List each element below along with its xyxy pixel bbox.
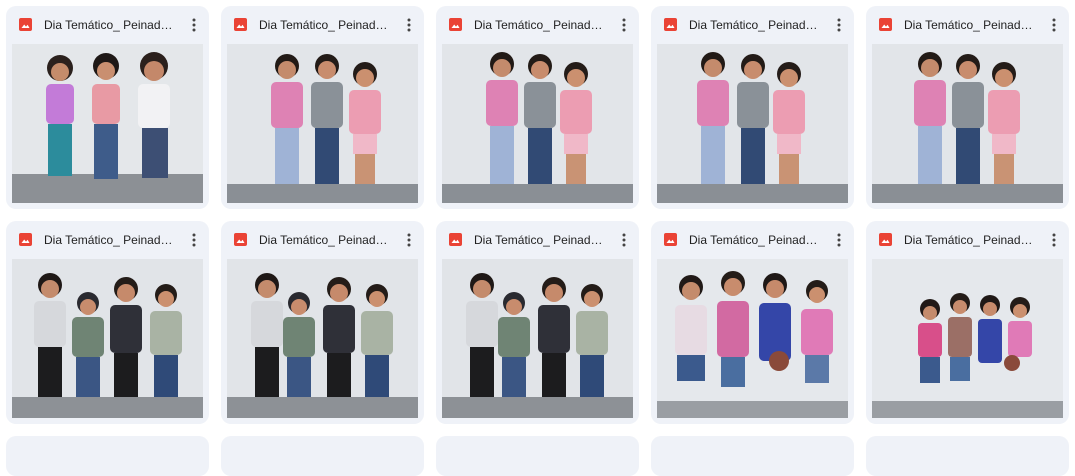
file-card[interactable] xyxy=(651,436,854,476)
more-actions-button[interactable] xyxy=(828,14,850,36)
more-actions-button[interactable] xyxy=(398,229,420,251)
child-figure xyxy=(759,273,791,371)
child-figure xyxy=(978,295,1002,363)
file-card[interactable]: Dia Temático_ Peinados... xyxy=(651,6,854,209)
image-file-icon xyxy=(879,18,892,31)
file-card[interactable]: Dia Temático_ Peinados... xyxy=(221,221,424,424)
file-name: Dia Temático_ Peinados... xyxy=(904,18,1039,32)
image-thumbnail[interactable] xyxy=(12,259,203,418)
image-file-icon xyxy=(879,233,892,246)
more-vert-icon xyxy=(192,233,196,247)
image-thumbnail[interactable] xyxy=(227,259,418,418)
file-card-header: Dia Temático_ Peinados... xyxy=(221,6,424,44)
image-thumbnail[interactable] xyxy=(872,44,1063,203)
file-card-header: Dia Temático_ Peinados... xyxy=(6,221,209,259)
image-thumbnail[interactable] xyxy=(227,44,418,203)
more-vert-icon xyxy=(837,233,841,247)
file-card[interactable] xyxy=(221,436,424,476)
file-card[interactable]: Dia Temático_ Peinados... xyxy=(436,221,639,424)
file-card[interactable] xyxy=(866,436,1069,476)
more-vert-icon xyxy=(622,18,626,32)
more-actions-button[interactable] xyxy=(398,14,420,36)
file-card-header: Dia Temático_ Peinados... xyxy=(866,221,1069,259)
file-name: Dia Temático_ Peinados... xyxy=(904,233,1039,247)
file-name: Dia Temático_ Peinados... xyxy=(44,233,179,247)
more-actions-button[interactable] xyxy=(1043,229,1065,251)
more-actions-button[interactable] xyxy=(613,229,635,251)
file-card[interactable]: Dia Temático_ Peinados... xyxy=(6,221,209,424)
file-card-header: Dia Temático_ Peinados... xyxy=(436,6,639,44)
file-card[interactable]: Dia Temático_ Peinados... xyxy=(866,6,1069,209)
image-file-icon xyxy=(664,233,677,246)
file-card-header: Dia Temático_ Peinados... xyxy=(651,6,854,44)
file-card-header: Dia Temático_ Peinados... xyxy=(6,6,209,44)
file-card[interactable]: Dia Temático_ Peinados... xyxy=(6,6,209,209)
child-figure xyxy=(675,275,707,381)
file-card[interactable] xyxy=(6,436,209,476)
more-actions-button[interactable] xyxy=(613,14,635,36)
child-figure xyxy=(138,52,170,178)
image-thumbnail[interactable] xyxy=(12,44,203,203)
more-vert-icon xyxy=(622,233,626,247)
child-figure xyxy=(918,299,942,383)
file-name: Dia Temático_ Peinados... xyxy=(689,233,824,247)
file-name: Dia Temático_ Peinados... xyxy=(474,233,609,247)
more-vert-icon xyxy=(192,18,196,32)
image-thumbnail[interactable] xyxy=(442,44,633,203)
more-vert-icon xyxy=(407,233,411,247)
image-thumbnail[interactable] xyxy=(442,259,633,418)
image-file-icon xyxy=(234,233,247,246)
image-file-icon xyxy=(19,18,32,31)
child-figure xyxy=(92,53,120,179)
more-vert-icon xyxy=(1052,18,1056,32)
file-card-header: Dia Temático_ Peinados... xyxy=(221,221,424,259)
file-name: Dia Temático_ Peinados... xyxy=(259,18,394,32)
file-grid: Dia Temático_ Peinados... Dia Temático_ … xyxy=(6,6,1069,424)
image-file-icon xyxy=(449,18,462,31)
file-card[interactable]: Dia Temático_ Peinados... xyxy=(436,6,639,209)
child-figure xyxy=(948,293,972,381)
image-file-icon xyxy=(664,18,677,31)
file-card[interactable]: Dia Temático_ Peinados... xyxy=(866,221,1069,424)
file-name: Dia Temático_ Peinados... xyxy=(44,18,179,32)
more-actions-button[interactable] xyxy=(1043,14,1065,36)
more-vert-icon xyxy=(1052,233,1056,247)
file-name: Dia Temático_ Peinados... xyxy=(474,18,609,32)
image-file-icon xyxy=(449,233,462,246)
file-card[interactable] xyxy=(436,436,639,476)
file-name: Dia Temático_ Peinados... xyxy=(259,233,394,247)
image-thumbnail[interactable] xyxy=(657,259,848,418)
image-file-icon xyxy=(234,18,247,31)
image-thumbnail[interactable] xyxy=(657,44,848,203)
more-actions-button[interactable] xyxy=(183,229,205,251)
file-card-header: Dia Temático_ Peinados... xyxy=(866,6,1069,44)
file-card[interactable]: Dia Temático_ Peinados... xyxy=(221,6,424,209)
next-row-partial xyxy=(6,436,1069,476)
image-file-icon xyxy=(19,233,32,246)
file-card[interactable]: Dia Temático_ Peinados... xyxy=(651,221,854,424)
file-card-header: Dia Temático_ Peinados... xyxy=(436,221,639,259)
more-vert-icon xyxy=(407,18,411,32)
child-figure xyxy=(46,55,74,176)
file-name: Dia Temático_ Peinados... xyxy=(689,18,824,32)
file-card-header: Dia Temático_ Peinados... xyxy=(651,221,854,259)
more-actions-button[interactable] xyxy=(183,14,205,36)
more-vert-icon xyxy=(837,18,841,32)
more-actions-button[interactable] xyxy=(828,229,850,251)
image-thumbnail[interactable] xyxy=(872,259,1063,418)
